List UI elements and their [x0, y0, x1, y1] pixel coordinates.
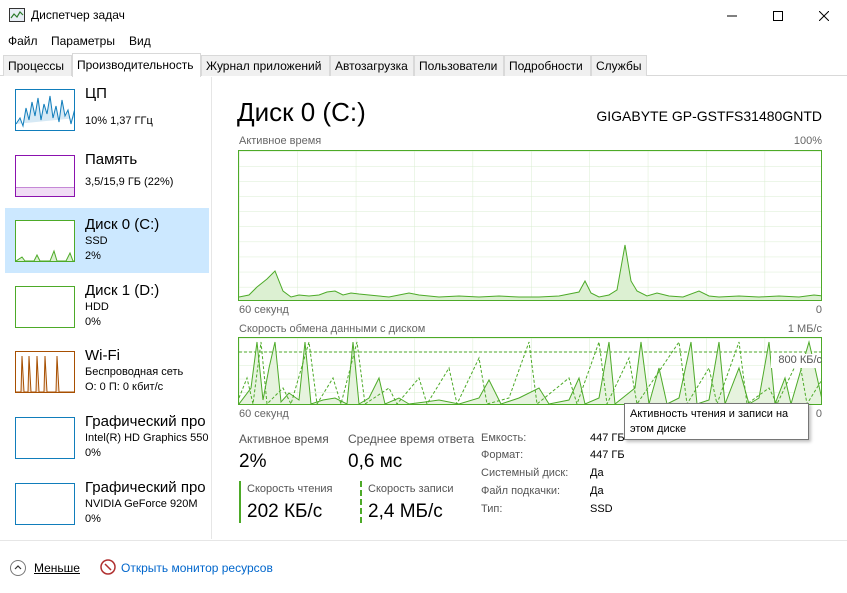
graph2-label: Скорость обмена данными с диском [239, 323, 426, 335]
sidebar-item-title: Диск 1 (D:) [85, 282, 160, 299]
sidebar-item-title: Память [85, 151, 138, 168]
title-bar: Диспетчер задач [0, 0, 847, 31]
sidebar-item-sub2: О: 0 П: 0 кбит/с [85, 381, 164, 393]
tooltip: Активность чтения и записи на этом диске [624, 403, 809, 440]
sidebar-item-disk0[interactable]: Диск 0 (C:) SSD 2% [5, 208, 209, 273]
sidebar-item-sub2: 0% [85, 513, 101, 525]
sidebar-item-title: Wi-Fi [85, 347, 120, 364]
system-disk-value: Да [590, 467, 604, 479]
resource-monitor-icon [100, 559, 116, 575]
sidebar-item-sub1: 10% 1,37 ГГц [85, 115, 153, 127]
page-file-label: Файл подкачки: [481, 485, 561, 497]
disk1-thumbnail-graph [15, 286, 75, 328]
sidebar-item-title: Графический про [85, 413, 206, 430]
maximize-button[interactable] [755, 0, 801, 31]
active-time-label: Активное время [239, 432, 329, 446]
page-title: Диск 0 (C:) [237, 97, 366, 127]
fewer-details-button[interactable]: Меньше [34, 561, 80, 575]
sidebar-item-sub1: SSD [85, 235, 108, 247]
sidebar-item-gpu1[interactable]: Графический про NVIDIA GeForce 920M 0% [5, 471, 209, 536]
task-manager-icon [9, 8, 25, 22]
menu-view[interactable]: Вид [129, 34, 151, 48]
sidebar-item-sub1: 3,5/15,9 ГБ (22%) [85, 176, 174, 188]
sidebar-item-sub1: HDD [85, 301, 109, 313]
sidebar-item-cpu[interactable]: ЦП 10% 1,37 ГГц [5, 77, 209, 142]
type-label: Тип: [481, 503, 503, 515]
type-value: SSD [590, 503, 613, 515]
sidebar: ЦП 10% 1,37 ГГц Память 3,5/15,9 ГБ (22%)… [0, 77, 212, 539]
disk0-thumbnail-graph [15, 220, 75, 262]
tab-app-history[interactable]: Журнал приложений [201, 55, 330, 76]
tab-strip: Процессы Производительность Журнал прило… [0, 53, 847, 77]
menu-bar: Файл Параметры Вид [0, 31, 847, 52]
sidebar-item-title: ЦП [85, 85, 107, 102]
sidebar-item-title: Диск 0 (C:) [85, 216, 160, 233]
write-speed-label: Скорость записи [368, 483, 454, 495]
cpu-thumbnail-graph [15, 89, 75, 131]
formatted-label: Формат: [481, 449, 524, 461]
memory-thumbnail-graph [15, 155, 75, 197]
read-speed-indicator [239, 481, 241, 523]
open-resource-monitor-link[interactable]: Открыть монитор ресурсов [121, 561, 273, 575]
page-file-value: Да [590, 485, 604, 497]
capacity-label: Емкость: [481, 432, 527, 444]
menu-file[interactable]: Файл [8, 34, 38, 48]
response-time-value: 0,6 мс [348, 451, 403, 472]
maximize-icon [773, 10, 783, 21]
formatted-value: 447 ГБ [590, 449, 625, 461]
active-time-graph [238, 150, 822, 301]
graph1-max: 100% [793, 135, 822, 147]
footer: Меньше Открыть монитор ресурсов [0, 540, 847, 593]
graph2-midline-label: 800 КБ/с [778, 354, 822, 366]
minimize-icon [727, 15, 737, 16]
graph2-min: 0 [815, 408, 822, 420]
sidebar-item-disk1[interactable]: Диск 1 (D:) HDD 0% [5, 274, 209, 339]
graph1-time: 60 секунд [239, 304, 289, 316]
sidebar-item-gpu0[interactable]: Графический про Intel(R) HD Graphics 550… [5, 405, 209, 470]
disk-detail-panel: Диск 0 (C:) GIGABYTE GP-GSTFS31480GNTD А… [213, 77, 847, 539]
menu-options[interactable]: Параметры [51, 34, 115, 48]
graph1-min: 0 [815, 304, 822, 316]
graph2-time: 60 секунд [239, 408, 289, 420]
read-speed-value: 202 КБ/с [247, 501, 323, 522]
transfer-rate-graph [238, 337, 822, 405]
sidebar-item-sub1: Intel(R) HD Graphics 550 [85, 432, 209, 444]
sidebar-item-sub2: 0% [85, 447, 101, 459]
tab-processes[interactable]: Процессы [3, 55, 72, 76]
capacity-value: 447 ГБ [590, 432, 625, 444]
chevron-up-icon[interactable] [10, 560, 26, 576]
disk-model: GIGABYTE GP-GSTFS31480GNTD [596, 108, 822, 124]
sidebar-item-sub1: NVIDIA GeForce 920M [85, 498, 198, 510]
tab-performance[interactable]: Производительность [72, 53, 201, 77]
gpu0-thumbnail-graph [15, 417, 75, 459]
active-time-value: 2% [239, 451, 267, 472]
tab-services[interactable]: Службы [591, 55, 647, 76]
tab-users[interactable]: Пользователи [414, 55, 504, 76]
tab-startup[interactable]: Автозагрузка [330, 55, 414, 76]
gpu1-thumbnail-graph [15, 483, 75, 525]
read-speed-label: Скорость чтения [247, 483, 333, 495]
sidebar-item-title: Графический про [85, 479, 206, 496]
system-disk-label: Системный диск: [481, 467, 569, 479]
window-title: Диспетчер задач [31, 8, 125, 22]
wifi-thumbnail-graph [15, 351, 75, 393]
close-button[interactable] [801, 0, 847, 31]
write-speed-value: 2,4 МБ/с [368, 501, 443, 522]
minimize-button[interactable] [709, 0, 755, 31]
graph2-max: 1 МБ/с [787, 323, 822, 335]
sidebar-item-memory[interactable]: Память 3,5/15,9 ГБ (22%) [5, 143, 209, 208]
sidebar-item-sub2: 0% [85, 316, 101, 328]
sidebar-item-wifi[interactable]: Wi-Fi Беспроводная сеть О: 0 П: 0 кбит/с [5, 339, 209, 404]
response-time-label: Среднее время ответа [348, 432, 475, 446]
tab-details[interactable]: Подробности [504, 55, 591, 76]
write-speed-indicator [360, 481, 362, 523]
sidebar-item-sub2: 2% [85, 250, 101, 262]
close-icon [819, 10, 829, 21]
sidebar-item-sub1: Беспроводная сеть [85, 366, 184, 378]
graph1-label: Активное время [239, 135, 322, 147]
